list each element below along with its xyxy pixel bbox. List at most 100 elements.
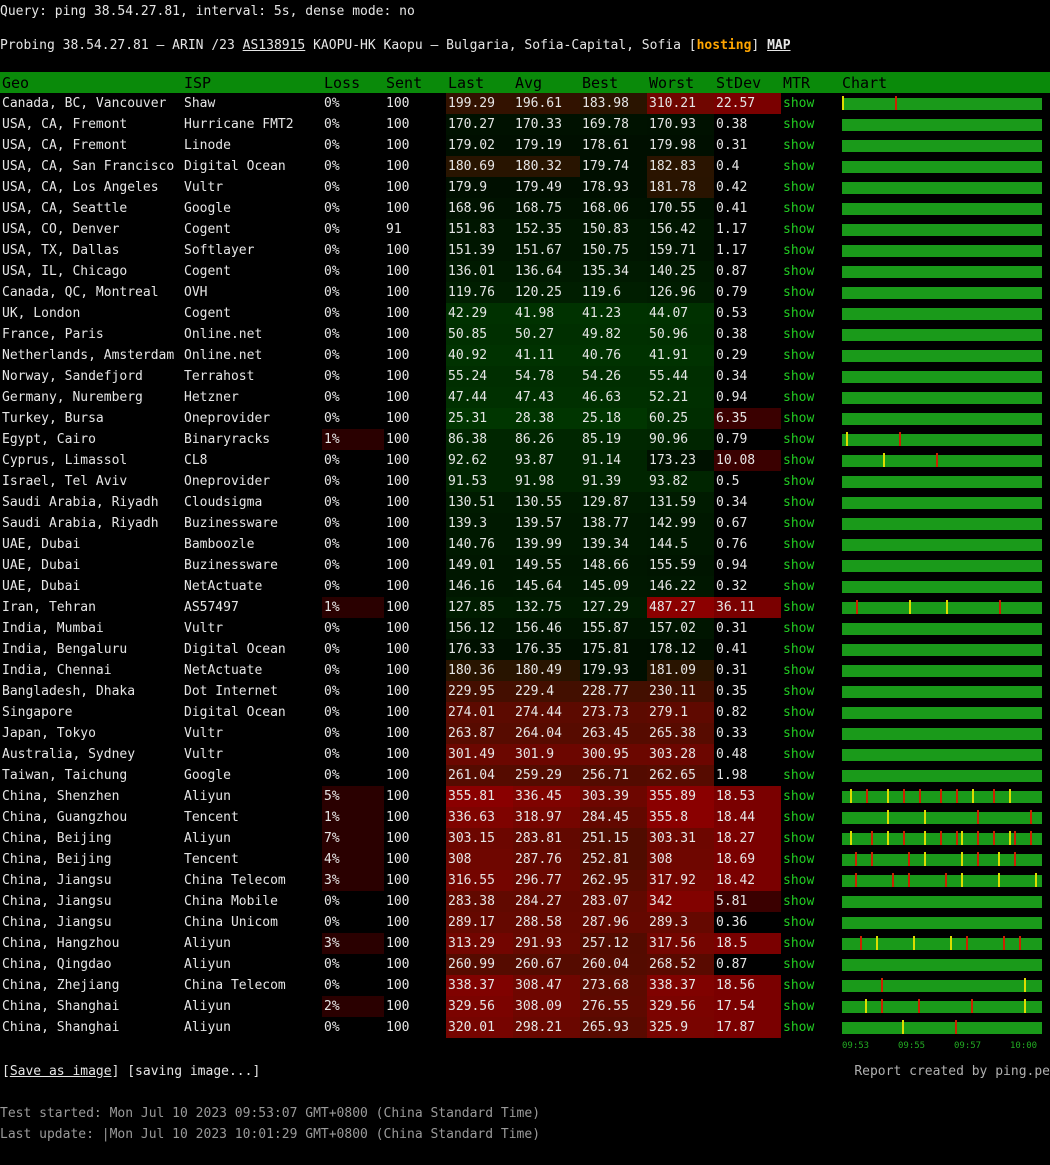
stdev-cell: 0.82 (716, 705, 748, 720)
sparkline-spike (1009, 789, 1011, 803)
latency-chart-cell (840, 723, 1050, 744)
worst-cell: 144.5 (647, 534, 714, 555)
mtr-show-link[interactable]: show (781, 135, 840, 156)
mtr-show-link[interactable]: show (781, 555, 840, 576)
mtr-show-link[interactable]: show (781, 702, 840, 723)
mtr-show-link[interactable]: show (781, 744, 840, 765)
best-cell: 91.14 (580, 450, 647, 471)
mtr-show-link[interactable]: show (781, 933, 840, 954)
mtr-show-link[interactable]: show (781, 681, 840, 702)
mtr-show-link[interactable]: show (781, 114, 840, 135)
mtr-show-link[interactable]: show (781, 429, 840, 450)
test-started: Test started: Mon Jul 10 2023 09:53:07 G… (0, 1106, 541, 1121)
sent-cell: 100 (386, 873, 410, 888)
isp-cell: OVH (184, 285, 208, 300)
col-header-best[interactable]: Best (580, 72, 647, 93)
sparkline-bar (842, 140, 1042, 152)
loss-cell: 0% (324, 222, 340, 237)
sparkline (842, 749, 1042, 761)
mtr-show-link[interactable]: show (781, 870, 840, 891)
mtr-show-link[interactable]: show (781, 576, 840, 597)
mtr-show-link[interactable]: show (781, 828, 840, 849)
sparkline-spike (876, 936, 878, 950)
worst-cell: 308 (647, 849, 714, 870)
mtr-show-link[interactable]: show (781, 345, 840, 366)
mtr-show-link[interactable]: show (781, 786, 840, 807)
mtr-show-link[interactable]: show (781, 597, 840, 618)
col-header-sent[interactable]: Sent (384, 72, 446, 93)
mtr-show-link[interactable]: show (781, 513, 840, 534)
sparkline (842, 453, 1042, 467)
mtr-show-link[interactable]: show (781, 996, 840, 1017)
results-table: Geo ISP Loss Sent Last Avg Best Worst StDev MTR Ch… (0, 72, 1050, 1054)
last-cell: 151.39 (446, 240, 513, 261)
mtr-show-link[interactable]: show (781, 177, 840, 198)
mtr-show-link[interactable]: show (781, 618, 840, 639)
mtr-show-link[interactable]: show (781, 366, 840, 387)
mtr-show-link[interactable]: show (781, 723, 840, 744)
isp-cell: Vultr (184, 180, 224, 195)
mtr-show-link[interactable]: show (781, 807, 840, 828)
stdev-cell: 0.5 (716, 474, 740, 489)
sent-cell: 100 (386, 747, 410, 762)
mtr-show-link[interactable]: show (781, 891, 840, 912)
save-image-link[interactable]: Save as image (10, 1064, 112, 1079)
mtr-show-link[interactable]: show (781, 912, 840, 933)
mtr-show-link[interactable]: show (781, 261, 840, 282)
mtr-show-link[interactable]: show (781, 471, 840, 492)
asn-link[interactable]: AS138915 (243, 38, 306, 53)
time-tick: 09:57 (954, 1041, 981, 1050)
latency-chart-cell (840, 261, 1050, 282)
sparkline (842, 161, 1042, 173)
mtr-show-link[interactable]: show (781, 975, 840, 996)
mtr-show-link[interactable]: show (781, 492, 840, 513)
col-header-geo[interactable]: Geo (0, 72, 182, 93)
table-row: China, Jiangsu China Telecom 3% 100 316.55 29… (0, 870, 1050, 891)
loss-cell: 1% (322, 429, 384, 450)
map-link[interactable]: MAP (767, 38, 790, 53)
worst-cell: 156.42 (647, 219, 714, 240)
mtr-show-link[interactable]: show (781, 639, 840, 660)
mtr-show-link[interactable]: show (781, 303, 840, 324)
sparkline-spike (919, 789, 921, 803)
isp-cell: Digital Ocean (184, 705, 286, 720)
mtr-show-link[interactable]: show (781, 660, 840, 681)
stdev-cell: 0.76 (716, 537, 748, 552)
table-row: UAE, Dubai Bamboozle 0% 100 140.76 139.99 139.… (0, 534, 1050, 555)
mtr-show-link[interactable]: show (781, 1017, 840, 1038)
mtr-show-link[interactable]: show (781, 324, 840, 345)
col-header-loss[interactable]: Loss (322, 72, 384, 93)
geo-cell: Iran, Tehran (2, 600, 96, 615)
col-header-isp[interactable]: ISP (182, 72, 322, 93)
sparkline-bar (842, 728, 1042, 740)
mtr-show-link[interactable]: show (781, 198, 840, 219)
mtr-show-link[interactable]: show (781, 534, 840, 555)
mtr-show-link[interactable]: show (781, 849, 840, 870)
best-cell: 284.45 (580, 807, 647, 828)
mtr-show-link[interactable]: show (781, 765, 840, 786)
col-header-stdev[interactable]: StDev (714, 72, 781, 93)
col-header-mtr[interactable]: MTR (781, 72, 840, 93)
mtr-show-link[interactable]: show (781, 219, 840, 240)
worst-cell: 317.92 (647, 870, 714, 891)
mtr-show-link[interactable]: show (781, 408, 840, 429)
best-cell: 287.96 (580, 912, 647, 933)
loss-cell: 0% (324, 894, 340, 909)
isp-cell: Terrahost (184, 369, 255, 384)
mtr-show-link[interactable]: show (781, 954, 840, 975)
last-cell: 260.99 (446, 954, 513, 975)
col-header-worst[interactable]: Worst (647, 72, 714, 93)
mtr-show-link[interactable]: show (781, 93, 840, 114)
mtr-show-link[interactable]: show (781, 156, 840, 177)
col-header-avg[interactable]: Avg (513, 72, 580, 93)
loss-cell: 0% (324, 495, 340, 510)
col-header-last[interactable]: Last (446, 72, 513, 93)
mtr-show-link[interactable]: show (781, 450, 840, 471)
mtr-show-link[interactable]: show (781, 240, 840, 261)
latency-chart-cell (840, 513, 1050, 534)
mtr-show-link[interactable]: show (781, 387, 840, 408)
col-header-chart[interactable]: Chart (840, 72, 1050, 93)
loss-cell: 0% (324, 474, 340, 489)
best-cell: 139.34 (580, 534, 647, 555)
mtr-show-link[interactable]: show (781, 282, 840, 303)
